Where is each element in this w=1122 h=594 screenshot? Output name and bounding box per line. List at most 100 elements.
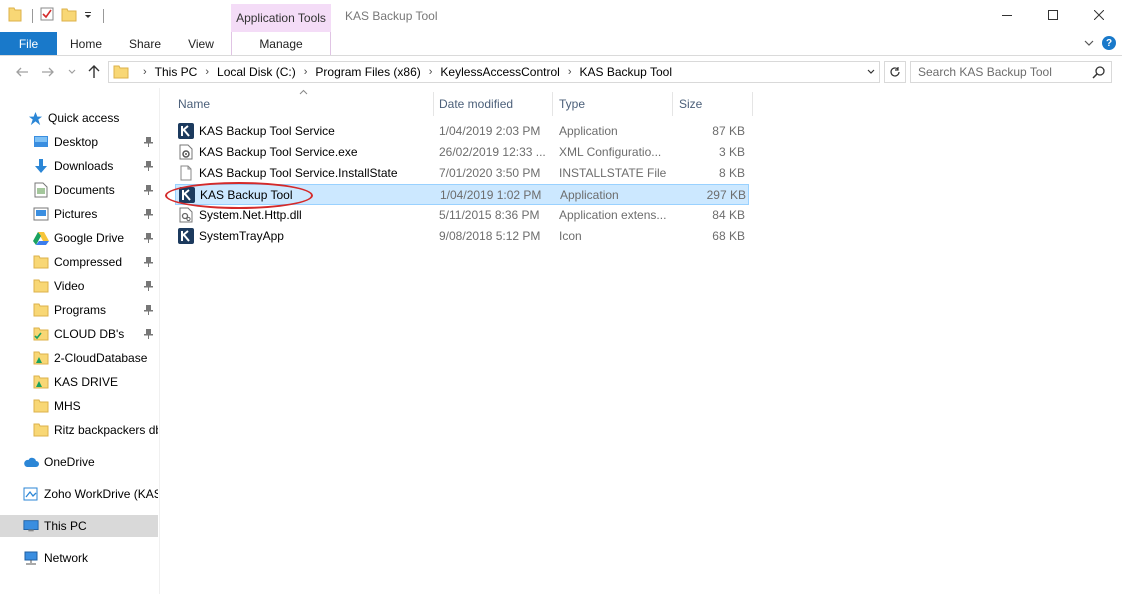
breadcrumb-keyless-access-control[interactable]: KeylessAccessControl xyxy=(440,65,559,79)
sidebar-item-desktop[interactable]: Desktop xyxy=(0,131,158,153)
refresh-button[interactable] xyxy=(884,61,906,83)
pin-icon[interactable] xyxy=(144,185,153,195)
column-header-type[interactable]: Type xyxy=(559,92,585,116)
breadcrumb-chevron-icon[interactable]: › xyxy=(304,66,308,78)
sidebar-item-ritz-backpackers-db[interactable]: Ritz backpackers db xyxy=(0,419,158,441)
properties-check-icon[interactable] xyxy=(39,6,55,25)
sidebar-item-downloads[interactable]: Downloads xyxy=(0,155,158,177)
column-divider[interactable] xyxy=(672,92,673,116)
pin-icon[interactable] xyxy=(144,209,153,219)
tab-manage[interactable]: Manage xyxy=(231,32,331,55)
folder-icon[interactable] xyxy=(8,6,22,25)
chevron-down-icon xyxy=(867,69,874,74)
breadcrumb-program-files[interactable]: Program Files (x86) xyxy=(315,65,420,79)
column-header-size[interactable]: Size xyxy=(679,92,702,116)
new-folder-icon[interactable] xyxy=(61,6,77,25)
sidebar-item-pictures[interactable]: Pictures xyxy=(0,203,158,225)
up-button[interactable] xyxy=(84,63,104,81)
sidebar-item-label: Zoho WorkDrive (KAS xyxy=(44,487,158,501)
sidebar-item-2-clouddatabase[interactable]: 2-CloudDatabase xyxy=(0,347,158,369)
column-header-name[interactable]: Name xyxy=(178,92,210,116)
breadcrumb-kas-backup-tool[interactable]: KAS Backup Tool xyxy=(579,65,672,79)
breadcrumb-chevron-icon[interactable]: › xyxy=(429,66,433,78)
sidebar-item-mhs[interactable]: MHS xyxy=(0,395,158,417)
breadcrumb-chevron-icon[interactable]: › xyxy=(143,66,147,78)
file-size: 297 KB xyxy=(706,188,746,202)
sidebar-item-label: Video xyxy=(54,279,85,293)
pin-icon[interactable] xyxy=(144,329,153,339)
file-type: Icon xyxy=(559,229,582,243)
sidebar-item-label: Programs xyxy=(54,303,107,317)
file-row-kas-backup-tool-service-exe-config[interactable]: KAS Backup Tool Service.exe 26/02/2019 1… xyxy=(175,142,749,163)
kas-app-icon xyxy=(178,228,194,244)
pin-icon[interactable] xyxy=(144,233,153,243)
kas-app-icon xyxy=(178,123,194,139)
pin-icon[interactable] xyxy=(144,281,153,291)
search-input[interactable]: Search KAS Backup Tool xyxy=(910,61,1112,83)
recent-locations-button[interactable] xyxy=(62,63,82,81)
file-row-system-net-http-dll[interactable]: System.Net.Http.dll 5/11/2015 8:36 PM Ap… xyxy=(175,205,749,226)
pin-icon[interactable] xyxy=(144,257,153,267)
toolbar-divider xyxy=(103,8,104,23)
sidebar-item-google-drive[interactable]: Google Drive xyxy=(0,227,158,249)
close-button[interactable] xyxy=(1076,0,1122,30)
search-icon[interactable] xyxy=(1092,65,1106,82)
file-row-kas-backup-tool[interactable]: KAS Backup Tool 1/04/2019 1:02 PM Applic… xyxy=(175,184,749,205)
sidebar-item-label: CLOUD DB's xyxy=(54,327,125,341)
sidebar-item-documents[interactable]: Documents xyxy=(0,179,158,201)
cloud-icon xyxy=(23,454,39,470)
minimize-button[interactable] xyxy=(984,0,1030,30)
breadcrumb-local-disk[interactable]: Local Disk (C:) xyxy=(217,65,296,79)
tab-file[interactable]: File xyxy=(0,32,57,55)
maximize-button[interactable] xyxy=(1030,0,1076,30)
file-row-systemtrayapp[interactable]: SystemTrayApp 9/08/2018 5:12 PM Icon 68 … xyxy=(175,226,749,247)
file-row-kas-backup-tool-service[interactable]: KAS Backup Tool Service 1/04/2019 2:03 P… xyxy=(175,121,749,142)
drive-folder-icon xyxy=(33,350,49,366)
tab-view[interactable]: View xyxy=(176,32,226,55)
sidebar-item-compressed[interactable]: Compressed xyxy=(0,251,158,273)
sidebar-item-quick-access[interactable]: Quick access xyxy=(0,107,158,129)
sidebar-item-video[interactable]: Video xyxy=(0,275,158,297)
sidebar-item-this-pc[interactable]: This PC xyxy=(0,515,158,537)
sidebar-item-label: KAS DRIVE xyxy=(54,375,119,389)
pin-icon[interactable] xyxy=(144,137,153,147)
sidebar-item-label: Google Drive xyxy=(54,231,125,245)
column-divider[interactable] xyxy=(552,92,553,116)
pin-icon[interactable] xyxy=(144,161,153,171)
back-arrow-icon xyxy=(16,67,28,77)
title-bar: Application Tools KAS Backup Tool xyxy=(0,0,1122,32)
sidebar-item-kas-drive[interactable]: KAS DRIVE xyxy=(0,371,158,393)
sidebar-item-cloud-dbs[interactable]: CLOUD DB's xyxy=(0,323,158,345)
tab-home[interactable]: Home xyxy=(60,32,112,55)
blank-file-icon xyxy=(180,165,192,181)
folder-icon xyxy=(33,422,49,438)
customize-dropdown-icon[interactable] xyxy=(83,9,93,23)
file-type: XML Configuratio... xyxy=(559,145,662,159)
expand-ribbon-chevron-icon[interactable] xyxy=(1084,36,1094,50)
back-button[interactable] xyxy=(12,63,32,81)
file-row-kas-backup-tool-service-installstate[interactable]: KAS Backup Tool Service.InstallState 7/0… xyxy=(175,163,749,184)
forward-button[interactable] xyxy=(38,63,58,81)
tab-share[interactable]: Share xyxy=(117,32,173,55)
sidebar-item-zoho-workdrive[interactable]: Zoho WorkDrive (KAS xyxy=(0,483,158,505)
column-header-date-modified[interactable]: Date modified xyxy=(439,92,513,116)
sidebar-item-onedrive[interactable]: OneDrive xyxy=(0,451,158,473)
breadcrumb-this-pc[interactable]: This PC xyxy=(155,65,198,79)
address-history-dropdown[interactable] xyxy=(861,62,879,82)
pictures-icon xyxy=(33,206,49,222)
sidebar-item-programs[interactable]: Programs xyxy=(0,299,158,321)
pane-divider[interactable] xyxy=(159,88,160,594)
help-icon[interactable]: ? xyxy=(1102,36,1116,50)
search-placeholder: Search KAS Backup Tool xyxy=(918,65,1052,79)
column-divider[interactable] xyxy=(433,92,434,116)
breadcrumb-chevron-icon[interactable]: › xyxy=(205,66,209,78)
file-name: KAS Backup Tool Service.InstallState xyxy=(199,166,398,180)
column-divider[interactable] xyxy=(752,92,753,116)
pin-icon[interactable] xyxy=(144,305,153,315)
sidebar-item-label: Downloads xyxy=(54,159,114,173)
document-icon xyxy=(33,182,49,198)
address-bar[interactable]: › This PC › Local Disk (C:) › Program Fi… xyxy=(108,61,880,83)
breadcrumb-chevron-icon[interactable]: › xyxy=(568,66,572,78)
sidebar-item-network[interactable]: Network xyxy=(0,547,158,569)
file-date: 1/04/2019 2:03 PM xyxy=(439,124,541,138)
